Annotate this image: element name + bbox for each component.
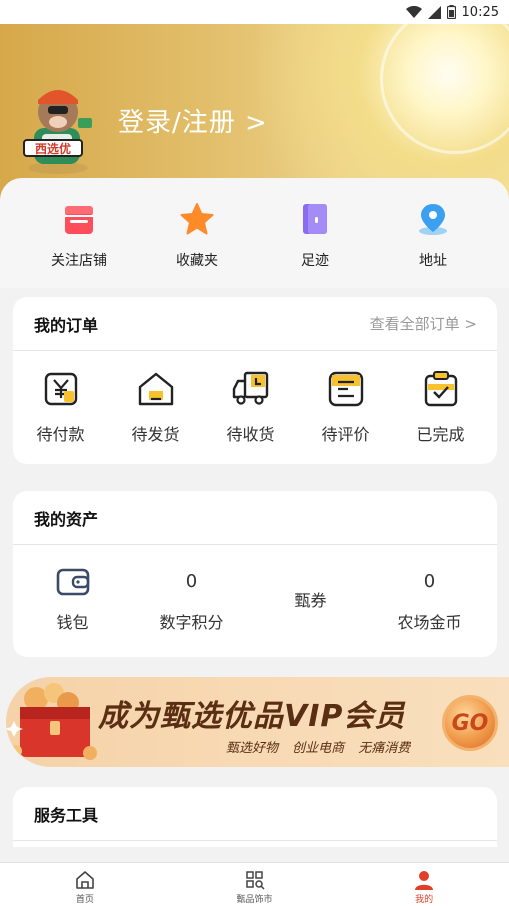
- location-pin-icon: [414, 200, 452, 238]
- assets-header: 我的资产: [13, 491, 497, 545]
- vip-banner[interactable]: 成为甄选优品VIP会员 甄选好物 创业电商 无痛消费 GO: [6, 677, 509, 767]
- signal-icon: [427, 5, 441, 19]
- assets-row: 钱包 0 数字积分 甄券 0 农场金币: [13, 545, 497, 639]
- asset-value: 0: [185, 571, 198, 592]
- svg-text:西选优: 西选优: [35, 141, 71, 156]
- order-status-label: 待评价: [321, 425, 370, 444]
- order-status-label: 待发货: [131, 425, 180, 444]
- avatar[interactable]: 西选优: [20, 78, 96, 178]
- tab-mine[interactable]: 我的: [339, 863, 509, 906]
- tab-label: 我的: [415, 895, 434, 905]
- order-completed[interactable]: 已完成: [393, 369, 488, 445]
- tab-home[interactable]: 首页: [0, 863, 170, 906]
- orders-header: 我的订单 查看全部订单 >: [13, 297, 497, 351]
- quick-link-label: 关注店铺: [51, 253, 107, 269]
- asset-label: 甄券: [294, 591, 327, 610]
- order-pending-payment[interactable]: 待付款: [13, 369, 108, 445]
- orders-title: 我的订单: [34, 315, 99, 335]
- grid-search-icon: [245, 871, 265, 890]
- my-orders-card: 我的订单 查看全部订单 > 待付款 待发货 待收货 待评价 已完成: [13, 297, 497, 464]
- quick-link-address[interactable]: 地址: [374, 200, 492, 270]
- quick-link-label: 足迹: [301, 253, 329, 269]
- asset-coupons[interactable]: 甄券: [251, 567, 370, 639]
- completed-clipboard-icon: [424, 371, 457, 407]
- tab-label: 甄品饰市: [236, 895, 273, 905]
- vip-title: 成为甄选优品VIP会员: [98, 699, 406, 734]
- services-card: 服务工具: [13, 787, 497, 847]
- asset-wallet[interactable]: 钱包: [13, 567, 132, 639]
- tab-market[interactable]: 甄品饰市: [170, 863, 340, 906]
- quick-link-label: 地址: [419, 253, 447, 269]
- login-register-link[interactable]: 登录/注册 >: [118, 102, 268, 139]
- asset-digital-points[interactable]: 0 数字积分: [132, 567, 251, 639]
- my-assets-card: 我的资产 钱包 0 数字积分 甄券 0 农场金币: [13, 491, 497, 657]
- sun-decoration: [380, 24, 509, 154]
- order-pending-review[interactable]: 待评价: [298, 369, 393, 445]
- quick-link-label: 收藏夹: [176, 253, 218, 269]
- wifi-icon: [405, 5, 422, 18]
- status-time: 10:25: [461, 4, 499, 20]
- vip-go-button[interactable]: GO: [442, 695, 498, 751]
- tab-label: 首页: [75, 895, 94, 905]
- services-title: 服务工具: [34, 805, 99, 825]
- order-status-label: 待收货: [226, 425, 275, 444]
- order-pending-receipt[interactable]: 待收货: [203, 369, 298, 445]
- quick-link-footprints[interactable]: 足迹: [256, 200, 374, 270]
- pending-shipment-icon: [138, 372, 173, 406]
- battery-icon: [446, 5, 456, 19]
- quick-link-followed-stores[interactable]: 关注店铺: [20, 200, 138, 270]
- asset-value: 0: [423, 571, 436, 592]
- treasure-chest-icon: [6, 683, 97, 760]
- quick-links: 关注店铺 收藏夹 足迹 地址: [0, 200, 509, 270]
- wallet-icon: [56, 568, 89, 596]
- order-status-row: 待付款 待发货 待收货 待评价 已完成: [13, 351, 497, 445]
- store-icon: [60, 200, 98, 238]
- star-icon: [178, 200, 216, 238]
- status-bar: 10:25: [0, 0, 509, 24]
- user-icon: [415, 871, 434, 890]
- bottom-tab-bar: 首页 甄品饰市 我的: [0, 862, 509, 906]
- footprint-book-icon: [296, 200, 334, 238]
- view-all-orders-link[interactable]: 查看全部订单 >: [370, 313, 477, 334]
- quick-link-favorites[interactable]: 收藏夹: [138, 200, 256, 270]
- order-status-label: 已完成: [416, 425, 465, 444]
- asset-label: 数字积分: [159, 613, 224, 632]
- delivery-truck-icon: [232, 371, 268, 405]
- vip-subtitle: 甄选好物 创业电商 无痛消费: [226, 741, 411, 756]
- asset-label: 钱包: [56, 613, 89, 632]
- home-icon: [76, 871, 94, 889]
- asset-label: 农场金币: [397, 613, 462, 632]
- order-status-label: 待付款: [36, 425, 85, 444]
- asset-farm-coins[interactable]: 0 农场金币: [370, 567, 489, 639]
- pending-review-icon: [328, 371, 363, 407]
- services-header: 服务工具: [13, 787, 497, 841]
- order-pending-shipment[interactable]: 待发货: [108, 369, 203, 445]
- pending-payment-icon: [44, 372, 77, 406]
- assets-title: 我的资产: [34, 509, 99, 529]
